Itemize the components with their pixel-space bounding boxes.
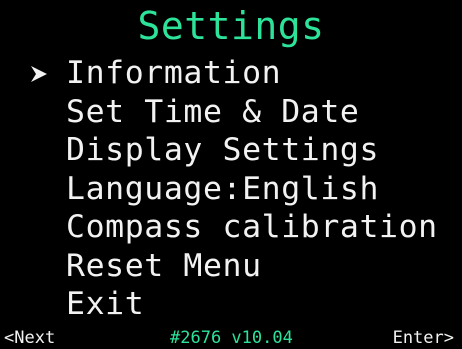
- menu-item-label: Compass calibration: [66, 209, 438, 245]
- device-screen: Settings Information Set Time & Date Dis…: [0, 0, 462, 349]
- page-title: Settings: [137, 4, 325, 48]
- selection-cursor-icon: [31, 66, 47, 82]
- settings-menu: Information Set Time & Date Display Sett…: [30, 54, 460, 324]
- menu-item-label: Reset Menu: [66, 247, 262, 284]
- menu-item-set-time-date[interactable]: Set Time & Date: [30, 93, 460, 132]
- softkey-bar: <Next #2676 v10.04 Enter>: [0, 327, 462, 349]
- menu-item-information[interactable]: Information: [30, 54, 460, 93]
- menu-item-display-settings[interactable]: Display Settings: [30, 131, 460, 170]
- menu-item-label: Exit: [66, 286, 145, 322]
- menu-item-label: Display Settings: [66, 132, 380, 168]
- menu-item-exit[interactable]: Exit: [30, 285, 460, 324]
- menu-item-reset-menu[interactable]: Reset Menu: [30, 247, 460, 286]
- enter-softkey-button[interactable]: Enter>: [393, 327, 454, 349]
- menu-item-compass-calibration[interactable]: Compass calibration: [30, 208, 460, 247]
- menu-item-language[interactable]: Language:English: [30, 170, 460, 209]
- next-softkey-button[interactable]: <Next: [4, 327, 55, 349]
- menu-item-label: Set Time & Date: [66, 93, 360, 130]
- menu-item-label: Language:English: [66, 170, 380, 207]
- menu-item-label: Information: [66, 55, 282, 91]
- firmware-version-label: #2676 v10.04: [170, 328, 293, 348]
